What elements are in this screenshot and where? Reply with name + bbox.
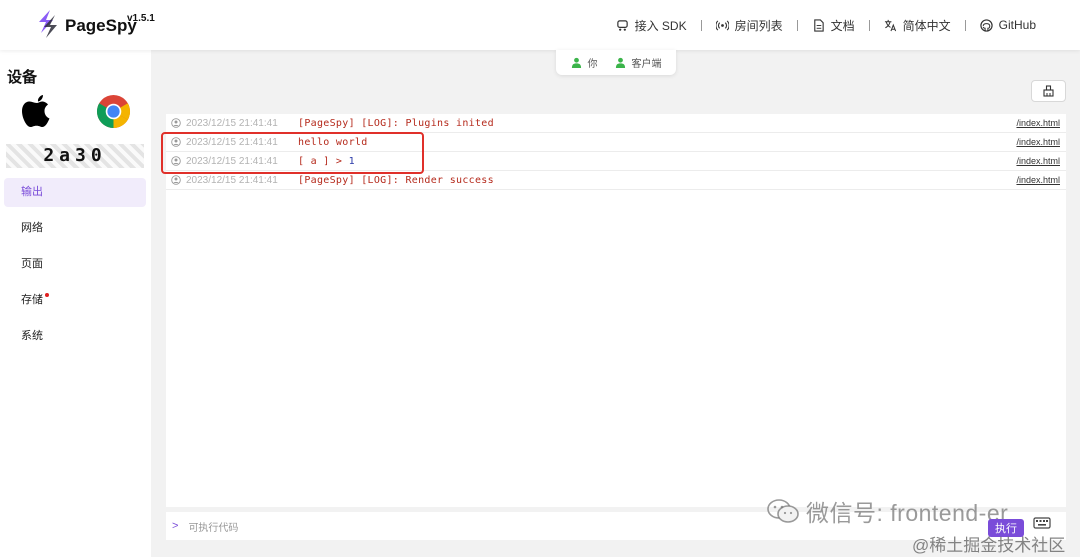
broadcast-icon (715, 19, 729, 31)
nav-docs[interactable]: 文档 (812, 17, 855, 34)
clear-console-button[interactable] (1031, 80, 1066, 102)
keyboard-icon[interactable] (1033, 517, 1051, 531)
device-id: 2a30 (6, 144, 144, 168)
code-input[interactable]: > 可执行代码 (166, 512, 1066, 540)
execute-button[interactable]: 执行 (988, 519, 1024, 537)
sidebar-item-system[interactable]: 系统 (4, 322, 146, 351)
log-message[interactable]: [ a ] > 1 (298, 156, 355, 167)
segment-you-label: 你 (587, 59, 598, 70)
github-icon (979, 18, 993, 32)
log-timestamp: 2023/12/15 21:41:41 (186, 174, 278, 186)
top-header: PageSpy v1.5.1 接入 SDK 房间列表 文档 简体中文 GitHu… (0, 0, 1080, 50)
pagespy-logo-icon[interactable] (36, 9, 58, 39)
version-label: v1.5.1 (127, 13, 155, 24)
user-icon (171, 156, 181, 166)
connection-segment: 你 客户端 (556, 50, 676, 75)
nav-divider (868, 19, 870, 31)
person-online-icon (615, 57, 625, 68)
user-icon (171, 175, 181, 185)
sidebar-item-label: 系统 (21, 330, 43, 342)
segment-client-label: 客户端 (631, 59, 662, 70)
user-icon (171, 118, 181, 128)
sidebar-item-page[interactable]: 页面 (4, 250, 146, 279)
log-timestamp: 2023/12/15 21:41:41 (186, 155, 278, 167)
notification-dot (45, 293, 49, 297)
sidebar-menu: 输出 网络 页面 存储 系统 (4, 178, 146, 358)
nav-language[interactable]: 简体中文 (884, 17, 951, 34)
log-source-link[interactable]: /index.html (1016, 137, 1060, 147)
nav-language-label: 简体中文 (902, 18, 951, 33)
nav-divider (796, 19, 798, 31)
nav-room-list-label: 房间列表 (734, 18, 783, 33)
nav-divider (700, 19, 702, 31)
nav-room-list[interactable]: 房间列表 (715, 17, 783, 34)
console-panel: 2023/12/15 21:41:41 [PageSpy] [LOG]: Plu… (166, 114, 1066, 507)
user-icon (171, 137, 181, 147)
sidebar-title: 设备 (7, 69, 38, 86)
sdk-icon (616, 19, 628, 31)
segment-you[interactable]: 你 (571, 55, 598, 70)
sidebar-item-label: 网络 (21, 222, 43, 234)
document-icon (813, 18, 824, 32)
log-source-link[interactable]: /index.html (1016, 175, 1060, 185)
chrome-icon (96, 94, 131, 129)
nav-github[interactable]: GitHub (979, 18, 1036, 32)
person-online-icon (571, 57, 581, 68)
sidebar: 设备 2a30 输出 网络 页面 存储 系统 (0, 50, 151, 557)
log-value: 1 (348, 155, 355, 167)
log-row: 2023/12/15 21:41:41 hello world /index.h… (166, 133, 1066, 152)
log-message[interactable]: [PageSpy] [LOG]: Plugins inited (298, 118, 494, 129)
log-source-link[interactable]: /index.html (1016, 118, 1060, 128)
apple-icon (22, 95, 50, 127)
nav-sdk[interactable]: 接入 SDK (616, 17, 687, 34)
log-message[interactable]: hello world (298, 137, 368, 148)
log-expression: [ a ] > (298, 155, 349, 167)
sidebar-item-label: 页面 (21, 258, 43, 270)
log-row: 2023/12/15 21:41:41 [PageSpy] [LOG]: Plu… (166, 114, 1066, 133)
nav-sdk-label: 接入 SDK (634, 18, 687, 33)
sidebar-item-network[interactable]: 网络 (4, 214, 146, 243)
top-nav: 接入 SDK 房间列表 文档 简体中文 GitHub (616, 0, 1036, 50)
segment-client[interactable]: 客户端 (615, 55, 662, 70)
log-timestamp: 2023/12/15 21:41:41 (186, 136, 278, 148)
broom-icon (1043, 85, 1054, 97)
nav-divider (964, 19, 966, 31)
nav-docs-label: 文档 (830, 18, 855, 33)
log-timestamp: 2023/12/15 21:41:41 (186, 117, 278, 129)
sidebar-item-console[interactable]: 输出 (4, 178, 146, 207)
nav-github-label: GitHub (998, 18, 1036, 32)
log-row: 2023/12/15 21:41:41 [PageSpy] [LOG]: Ren… (166, 171, 1066, 190)
sidebar-item-label: 存储 (21, 294, 43, 306)
sidebar-item-label: 输出 (21, 186, 43, 198)
log-source-link[interactable]: /index.html (1016, 156, 1060, 166)
sidebar-item-storage[interactable]: 存储 (4, 286, 146, 315)
translate-icon (884, 19, 896, 31)
prompt-icon: > (172, 520, 179, 532)
log-message[interactable]: [PageSpy] [LOG]: Render success (298, 175, 494, 186)
log-row: 2023/12/15 21:41:41 [ a ] > 1 /index.htm… (166, 152, 1066, 171)
code-input-placeholder: 可执行代码 (188, 522, 239, 534)
